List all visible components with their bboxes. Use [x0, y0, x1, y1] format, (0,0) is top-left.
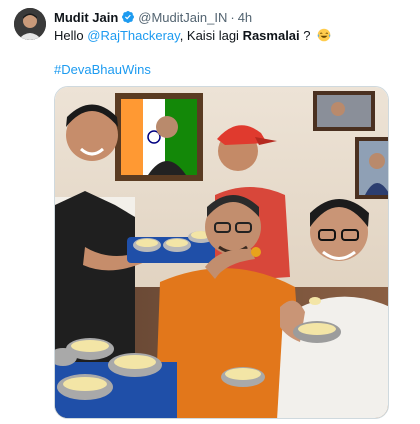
photo-image	[55, 87, 388, 418]
tweet-text: Hello @RajThackeray, Kaisi lagi Rasmalai…	[54, 27, 331, 44]
mention-link[interactable]: @RajThackeray	[87, 28, 179, 43]
tweet-header: Mudit Jain @MuditJain_IN · 4h	[54, 8, 252, 26]
laughing-tears-emoji-icon	[317, 28, 331, 42]
bold-word: Rasmalai	[242, 28, 300, 43]
middle-text: , Kaisi lagi	[179, 28, 239, 43]
tweet[interactable]: Mudit Jain @MuditJain_IN · 4h Hello @Raj…	[0, 0, 420, 424]
question-mark: ?	[303, 28, 311, 43]
author-name[interactable]: Mudit Jain	[54, 10, 118, 25]
greeting-text: Hello	[54, 28, 84, 43]
separator-dot: ·	[230, 9, 235, 25]
timestamp[interactable]: 4h	[238, 10, 252, 25]
hashtag-line: #DevaBhauWins	[54, 61, 151, 78]
author-handle[interactable]: @MuditJain_IN	[138, 10, 227, 25]
tweet-photo[interactable]	[54, 86, 389, 419]
hashtag-link[interactable]: #DevaBhauWins	[54, 62, 151, 77]
avatar[interactable]	[14, 8, 46, 40]
verified-badge-icon	[122, 11, 135, 23]
